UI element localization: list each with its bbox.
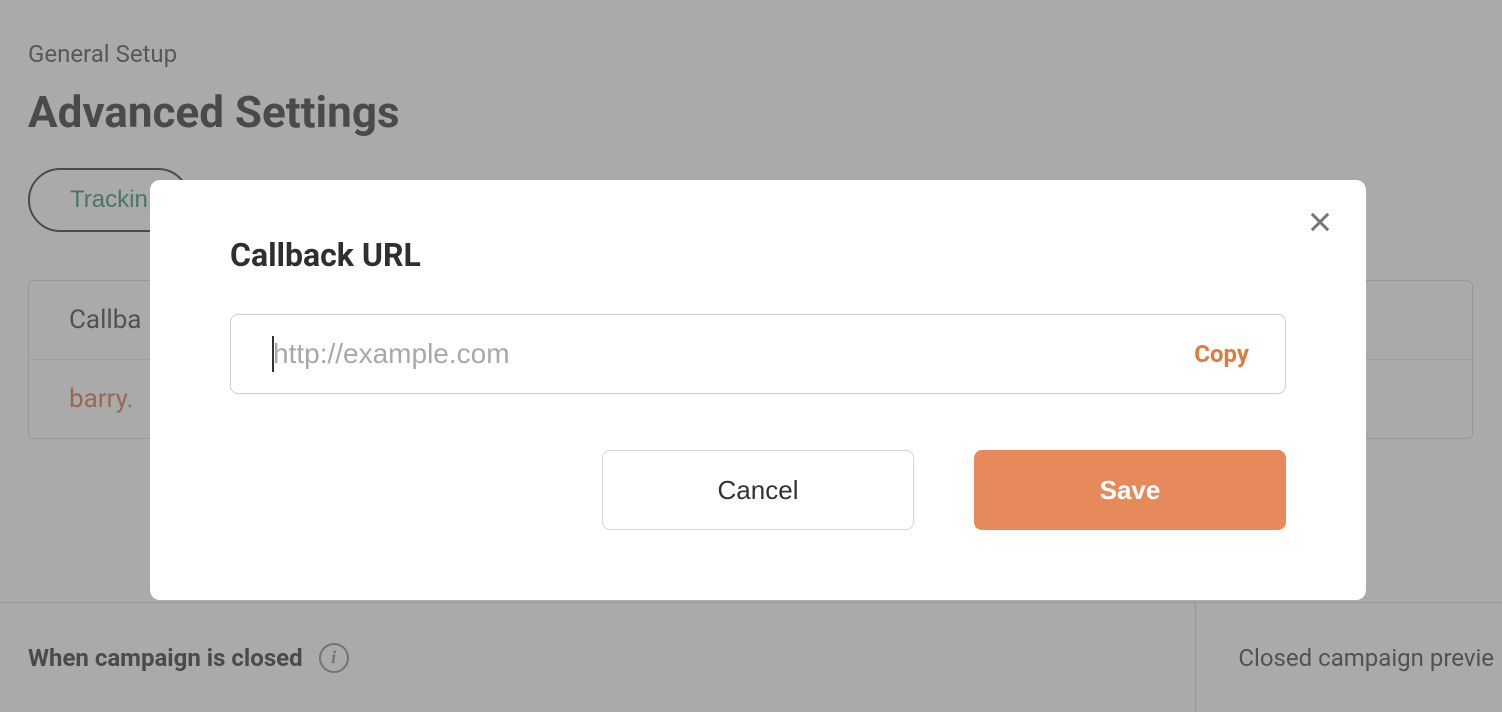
save-button[interactable]: Save [974, 450, 1286, 530]
url-input-container: Copy [230, 314, 1286, 394]
modal-actions: Cancel Save [230, 450, 1286, 530]
close-button[interactable] [1300, 202, 1340, 242]
callback-url-input[interactable] [273, 315, 1170, 393]
modal-title: Callback URL [230, 236, 1286, 274]
cancel-button[interactable]: Cancel [602, 450, 914, 530]
text-cursor [272, 336, 274, 372]
copy-button[interactable]: Copy [1194, 340, 1249, 368]
close-icon [1306, 208, 1334, 236]
callback-url-modal: Callback URL Copy Cancel Save [150, 180, 1366, 600]
